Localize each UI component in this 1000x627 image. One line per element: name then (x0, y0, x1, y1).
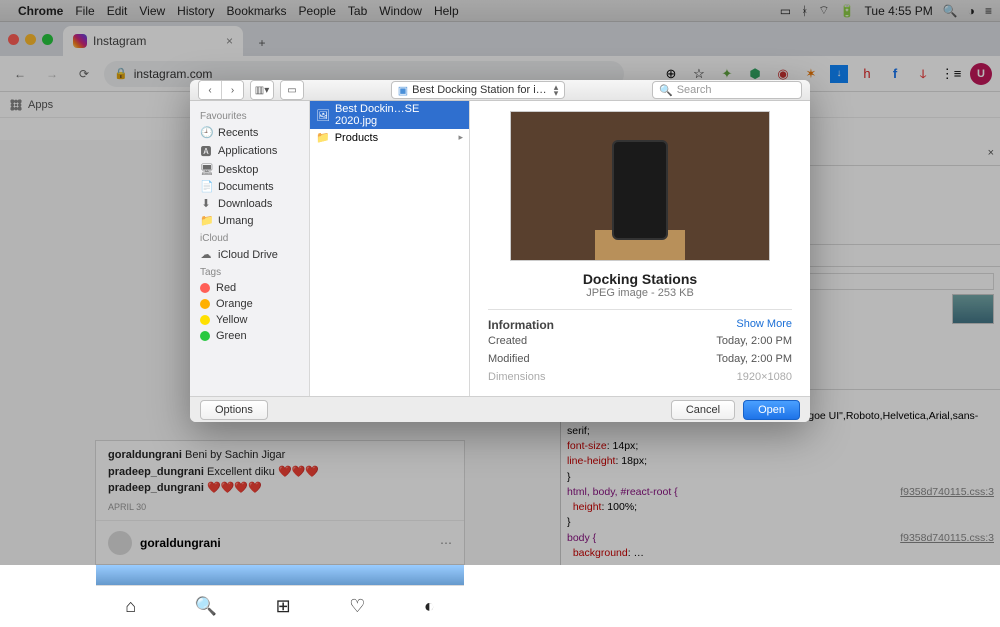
cloud-icon: ☁ (200, 248, 212, 261)
dialog-sidebar: Favourites 🕘Recents 🅰Applications 🖥Deskt… (190, 101, 310, 396)
preview-thumbnail (510, 111, 770, 261)
sidebar-tag-yellow[interactable]: Yellow (190, 312, 309, 328)
activity-icon[interactable]: ♡ (349, 596, 365, 617)
sidebar-item-documents[interactable]: 📄Documents (190, 178, 309, 195)
tag-dot-icon (200, 299, 210, 309)
sidebar-section: Tags (190, 263, 309, 280)
recents-icon: 🕘 (200, 126, 212, 139)
applications-icon: 🅰 (200, 143, 212, 159)
home-icon[interactable]: ⌂ (125, 596, 136, 617)
dialog-footer: Options Cancel Open (190, 396, 810, 422)
path-label: Best Docking Station for i… (412, 84, 547, 96)
file-row-selected[interactable]: 🖼Best Dockin…SE 2020.jpg (310, 101, 469, 129)
file-open-dialog: ‹ › ▥▾ ▭ ▣ Best Docking Station for i… ▴… (190, 80, 810, 422)
group-button[interactable]: ▭ (281, 81, 303, 99)
tag-dot-icon (200, 331, 210, 341)
folder-icon: ▣ (398, 84, 408, 97)
tag-dot-icon (200, 283, 210, 293)
folder-icon: 📁 (316, 131, 330, 144)
search-icon: 🔍 (659, 84, 673, 97)
columns-view-button[interactable]: ▥▾ (251, 81, 273, 99)
sidebar-item-downloads[interactable]: ⬇Downloads (190, 195, 309, 212)
sidebar-item-icloud[interactable]: ☁iCloud Drive (190, 246, 309, 263)
chevron-right-icon: ▸ (458, 132, 463, 143)
sidebar-section: iCloud (190, 229, 309, 246)
file-row[interactable]: 📁Products▸ (310, 129, 469, 146)
search-field[interactable]: 🔍 Search (652, 81, 802, 99)
file-column: 🖼Best Dockin…SE 2020.jpg 📁Products▸ (310, 101, 470, 396)
sidebar-item-recents[interactable]: 🕘Recents (190, 124, 309, 141)
forward-button[interactable]: › (221, 81, 243, 99)
view-mode-segment: ▥▾ (250, 80, 274, 100)
sidebar-tag-green[interactable]: Green (190, 328, 309, 344)
cancel-button[interactable]: Cancel (671, 400, 735, 420)
folder-icon: 📁 (200, 214, 212, 227)
back-button[interactable]: ‹ (199, 81, 221, 99)
image-icon: 🖼 (316, 109, 330, 122)
preview-meta: JPEG image - 253 KB (488, 287, 792, 299)
downloads-icon: ⬇ (200, 197, 212, 210)
search-placeholder: Search (677, 84, 712, 96)
profile-icon[interactable]: ◐ (424, 596, 435, 617)
desktop-icon: 🖥 (200, 163, 212, 176)
sidebar-tag-red[interactable]: Red (190, 280, 309, 296)
nav-back-forward: ‹ › (198, 80, 244, 100)
dialog-toolbar: ‹ › ▥▾ ▭ ▣ Best Docking Station for i… ▴… (190, 80, 810, 101)
info-heading: Information (488, 318, 554, 332)
documents-icon: 📄 (200, 180, 212, 193)
sidebar-tag-orange[interactable]: Orange (190, 296, 309, 312)
show-more-link[interactable]: Show More (736, 318, 792, 332)
file-preview: Docking Stations JPEG image - 253 KB Inf… (470, 101, 810, 396)
instagram-nav: ⌂ 🔍 ⊞ ♡ ◐ (96, 585, 464, 627)
preview-title: Docking Stations (488, 271, 792, 287)
sidebar-section: Favourites (190, 107, 309, 124)
open-button[interactable]: Open (743, 400, 800, 420)
options-button[interactable]: Options (200, 400, 268, 420)
path-dropdown[interactable]: ▣ Best Docking Station for i… ▴▾ (391, 81, 565, 99)
sidebar-item-home[interactable]: 📁Umang (190, 212, 309, 229)
tag-dot-icon (200, 315, 210, 325)
sidebar-item-desktop[interactable]: 🖥Desktop (190, 161, 309, 178)
sidebar-item-applications[interactable]: 🅰Applications (190, 141, 309, 161)
search-icon[interactable]: 🔍 (195, 596, 217, 617)
chevron-updown-icon: ▴▾ (554, 84, 559, 97)
new-post-icon[interactable]: ⊞ (276, 596, 291, 617)
